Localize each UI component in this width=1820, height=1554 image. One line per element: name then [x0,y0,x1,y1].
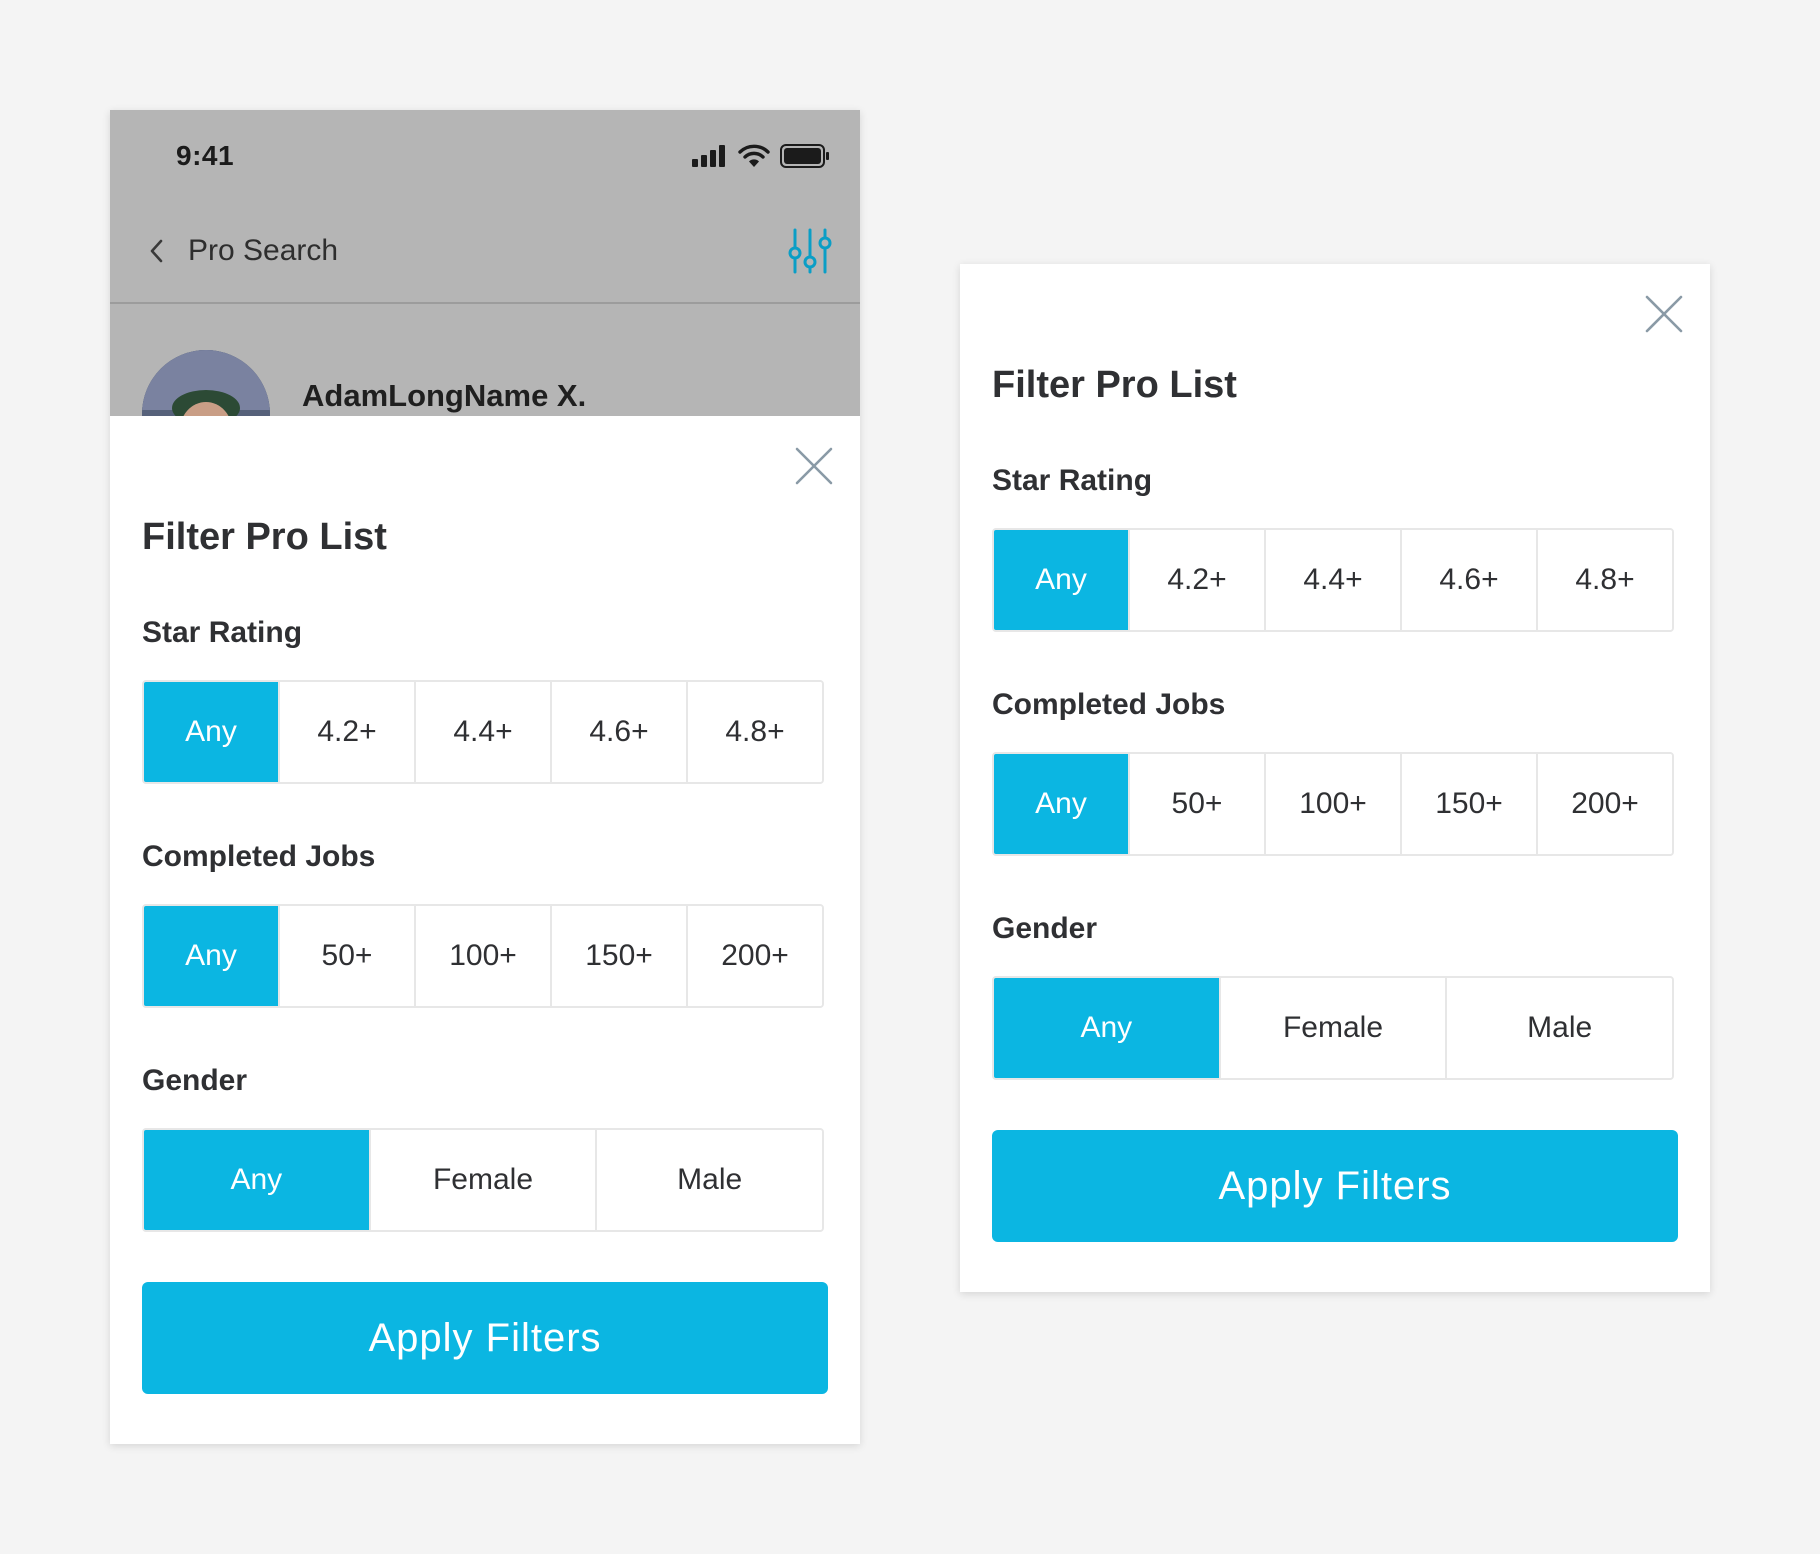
star-rating-option[interactable]: 4.8+ [688,682,822,782]
sheet-title: Filter Pro List [142,516,387,558]
close-icon[interactable] [1644,294,1684,334]
completed-jobs-segmented-control: Any 50+ 100+ 150+ 200+ [992,752,1674,856]
star-rating-option[interactable]: 4.6+ [1402,530,1538,630]
star-rating-option[interactable]: 4.4+ [1266,530,1402,630]
filter-card: Filter Pro List Star Rating Any 4.2+ 4.4… [960,264,1710,1292]
completed-jobs-option[interactable]: 150+ [1402,754,1538,854]
gender-option[interactable]: Male [597,1130,822,1230]
gender-option[interactable]: Any [144,1130,371,1230]
star-rating-option[interactable]: 4.2+ [1130,530,1266,630]
star-rating-option[interactable]: 4.4+ [416,682,552,782]
completed-jobs-option[interactable]: 50+ [280,906,416,1006]
completed-jobs-label: Completed Jobs [992,688,1226,721]
star-rating-label: Star Rating [992,464,1153,497]
gender-option[interactable]: Female [1220,978,1448,1078]
completed-jobs-option[interactable]: 150+ [552,906,688,1006]
status-icons [692,144,830,168]
completed-jobs-option[interactable]: 50+ [1130,754,1266,854]
star-rating-option[interactable]: Any [994,530,1130,630]
status-time: 9:41 [176,140,235,171]
close-icon[interactable] [794,446,834,486]
nav-title: Pro Search [188,234,339,267]
star-rating-option[interactable]: 4.8+ [1538,530,1672,630]
nav-divider [110,302,860,304]
filter-sliders-icon[interactable] [788,227,832,275]
completed-jobs-option[interactable]: 200+ [1538,754,1672,854]
gender-segmented-control: Any Female Male [142,1128,824,1232]
wifi-icon [738,144,770,167]
gender-label: Gender [992,912,1098,945]
completed-jobs-option[interactable]: 100+ [416,906,552,1006]
star-rating-option[interactable]: Any [144,682,280,782]
gender-option[interactable]: Any [994,978,1221,1078]
cellular-signal-icon [692,145,725,167]
completed-jobs-option[interactable]: Any [144,906,280,1006]
filter-sheet: Filter Pro List Star Rating Any 4.2+ 4.4… [110,416,860,1444]
apply-filters-button[interactable]: Apply Filters [142,1282,828,1394]
phone-mockup: 9:41 Pro Search AdamLongName X. Filter P… [110,110,860,1444]
gender-option[interactable]: Female [370,1130,598,1230]
completed-jobs-option[interactable]: 100+ [1266,754,1402,854]
apply-filters-button[interactable]: Apply Filters [992,1130,1678,1242]
back-chevron-icon[interactable] [142,236,172,266]
star-rating-option[interactable]: 4.2+ [280,682,416,782]
star-rating-label: Star Rating [142,616,303,649]
gender-label: Gender [142,1064,248,1097]
star-rating-option[interactable]: 4.6+ [552,682,688,782]
completed-jobs-option[interactable]: 200+ [688,906,822,1006]
star-rating-segmented-control: Any 4.2+ 4.4+ 4.6+ 4.8+ [142,680,824,784]
pro-name: AdamLongName X. [302,378,587,413]
sheet-title: Filter Pro List [992,364,1237,406]
completed-jobs-option[interactable]: Any [994,754,1130,854]
gender-option[interactable]: Male [1447,978,1672,1078]
completed-jobs-segmented-control: Any 50+ 100+ 150+ 200+ [142,904,824,1008]
star-rating-segmented-control: Any 4.2+ 4.4+ 4.6+ 4.8+ [992,528,1674,632]
battery-icon [780,144,829,168]
gender-segmented-control: Any Female Male [992,976,1674,1080]
completed-jobs-label: Completed Jobs [142,840,376,873]
